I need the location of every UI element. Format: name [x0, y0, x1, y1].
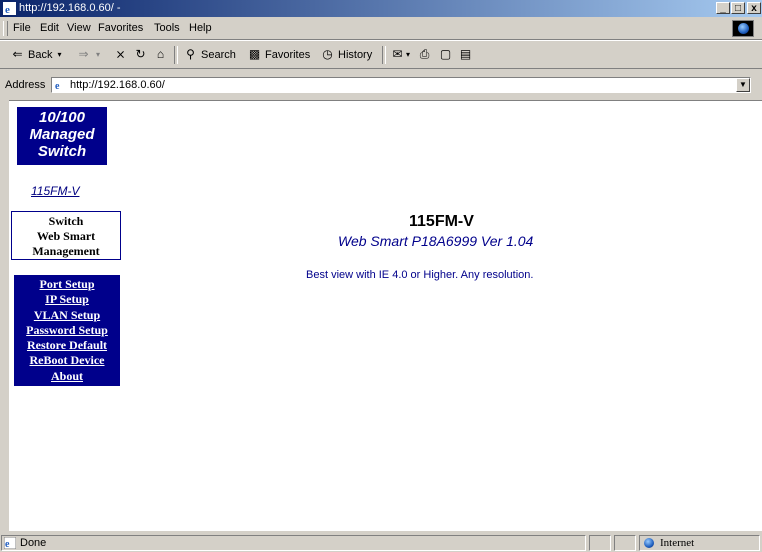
history-label: History — [338, 48, 373, 61]
refresh-icon[interactable]: ↻ — [133, 47, 148, 62]
forward-arrow-icon: ⇒ — [78, 47, 89, 61]
management-line: Web Smart — [36, 229, 96, 243]
svg-text:e: e — [5, 4, 10, 15]
menu-file[interactable]: File — [13, 22, 31, 34]
ie-throbber — [732, 20, 754, 37]
favorites-label: Favorites — [265, 48, 311, 61]
nav-reboot-device[interactable]: ReBoot Device — [14, 353, 120, 368]
back-button[interactable]: ⇐ Back ▾ — [10, 47, 63, 62]
nav-vlan-setup[interactable]: VLAN Setup — [14, 308, 120, 323]
management-line: Management — [32, 244, 100, 258]
address-url: http://192.168.0.60/ — [70, 79, 165, 91]
nav-ip-setup[interactable]: IP Setup — [14, 292, 120, 307]
nav-about[interactable]: About — [14, 369, 120, 384]
status-pane — [589, 535, 611, 551]
close-button[interactable]: x — [747, 2, 761, 14]
back-arrow-icon: ⇐ — [12, 47, 23, 61]
search-label: Search — [201, 48, 236, 61]
browser-note: Best view with IE 4.0 or Higher. Any res… — [306, 269, 534, 281]
status-text: Done — [20, 537, 47, 549]
svg-text:e: e — [5, 539, 10, 549]
forward-dropdown-icon[interactable]: ▾ — [94, 47, 102, 62]
zone-label: Internet — [660, 537, 695, 549]
title-bar: e http://192.168.0.60/ - _ □ x — [0, 0, 762, 17]
edit-icon[interactable]: ▢ — [438, 47, 453, 62]
toolbar-separator — [382, 46, 386, 64]
standard-toolbar: ⇐ Back ▾ ⇒ ▾ ⨯ ↻ ⌂ ⚲ Search ▩ Favorites … — [0, 40, 762, 69]
back-label: Back — [28, 48, 53, 61]
favorites-icon: ▩ — [248, 47, 261, 61]
management-line: Switch — [48, 214, 84, 228]
page-done-icon: e — [4, 537, 16, 549]
stop-icon[interactable]: ⨯ — [113, 47, 128, 62]
minimize-button[interactable]: _ — [716, 2, 730, 14]
discuss-icon[interactable]: ▤ — [458, 47, 473, 62]
page-title: 115FM-V — [409, 213, 474, 230]
management-box: Switch Web Smart Management — [11, 211, 121, 260]
menu-grip — [3, 21, 8, 36]
status-main-pane: e Done — [1, 535, 586, 551]
address-dropdown-icon[interactable]: ▼ — [736, 78, 750, 92]
address-bar: Address e http://192.168.0.60/ ▼ — [0, 76, 762, 96]
search-button[interactable]: ⚲ Search — [183, 47, 236, 62]
menu-edit[interactable]: Edit — [40, 22, 59, 34]
history-button[interactable]: ◷ History — [320, 47, 372, 62]
page-icon: e — [54, 79, 66, 91]
version-subtitle: Web Smart P18A6999 Ver 1.04 — [338, 233, 534, 249]
nav-menu: Port Setup IP Setup VLAN Setup Password … — [14, 275, 120, 386]
address-input[interactable]: e http://192.168.0.60/ ▼ — [51, 77, 751, 93]
ie-icon: e — [3, 2, 16, 15]
back-dropdown-icon[interactable]: ▾ — [55, 47, 63, 62]
product-badge: 10/100 Managed Switch — [17, 107, 107, 165]
address-label: Address — [5, 79, 46, 91]
search-icon: ⚲ — [186, 47, 195, 61]
security-zone-pane: Internet — [639, 535, 760, 551]
toolbar-separator — [174, 46, 178, 64]
badge-line: 10/100 — [39, 109, 85, 126]
menu-tools[interactable]: Tools — [154, 22, 180, 34]
badge-line: Managed — [29, 126, 95, 143]
maximize-button[interactable]: □ — [731, 2, 745, 14]
home-icon[interactable]: ⌂ — [153, 47, 168, 62]
nav-restore-default[interactable]: Restore Default — [14, 338, 120, 353]
status-bar: e Done Internet — [0, 534, 762, 552]
mail-dropdown-icon[interactable]: ▾ — [404, 47, 412, 62]
badge-line: Switch — [37, 143, 87, 160]
nav-password-setup[interactable]: Password Setup — [14, 323, 120, 338]
nav-port-setup[interactable]: Port Setup — [14, 277, 120, 292]
status-pane — [614, 535, 636, 551]
history-icon: ◷ — [322, 47, 333, 61]
mail-icon[interactable]: ✉ — [390, 47, 405, 62]
window-title: http://192.168.0.60/ - — [19, 2, 121, 14]
menu-view[interactable]: View — [67, 22, 91, 34]
favorites-button[interactable]: ▩ Favorites — [247, 47, 310, 62]
menu-favorites[interactable]: Favorites — [98, 22, 143, 34]
internet-zone-icon — [644, 538, 654, 548]
model-link[interactable]: 115FM-V — [31, 184, 79, 198]
print-icon[interactable]: ⎙ — [417, 47, 432, 62]
menu-help[interactable]: Help — [189, 22, 212, 34]
windows-globe-icon — [738, 23, 749, 34]
svg-text:e: e — [55, 81, 60, 91]
forward-button[interactable]: ⇒ ▾ — [76, 47, 102, 62]
menu-bar: File Edit View Favorites Tools Help — [0, 18, 762, 40]
page-content: 10/100 Managed Switch 115FM-V Switch Web… — [9, 100, 762, 531]
